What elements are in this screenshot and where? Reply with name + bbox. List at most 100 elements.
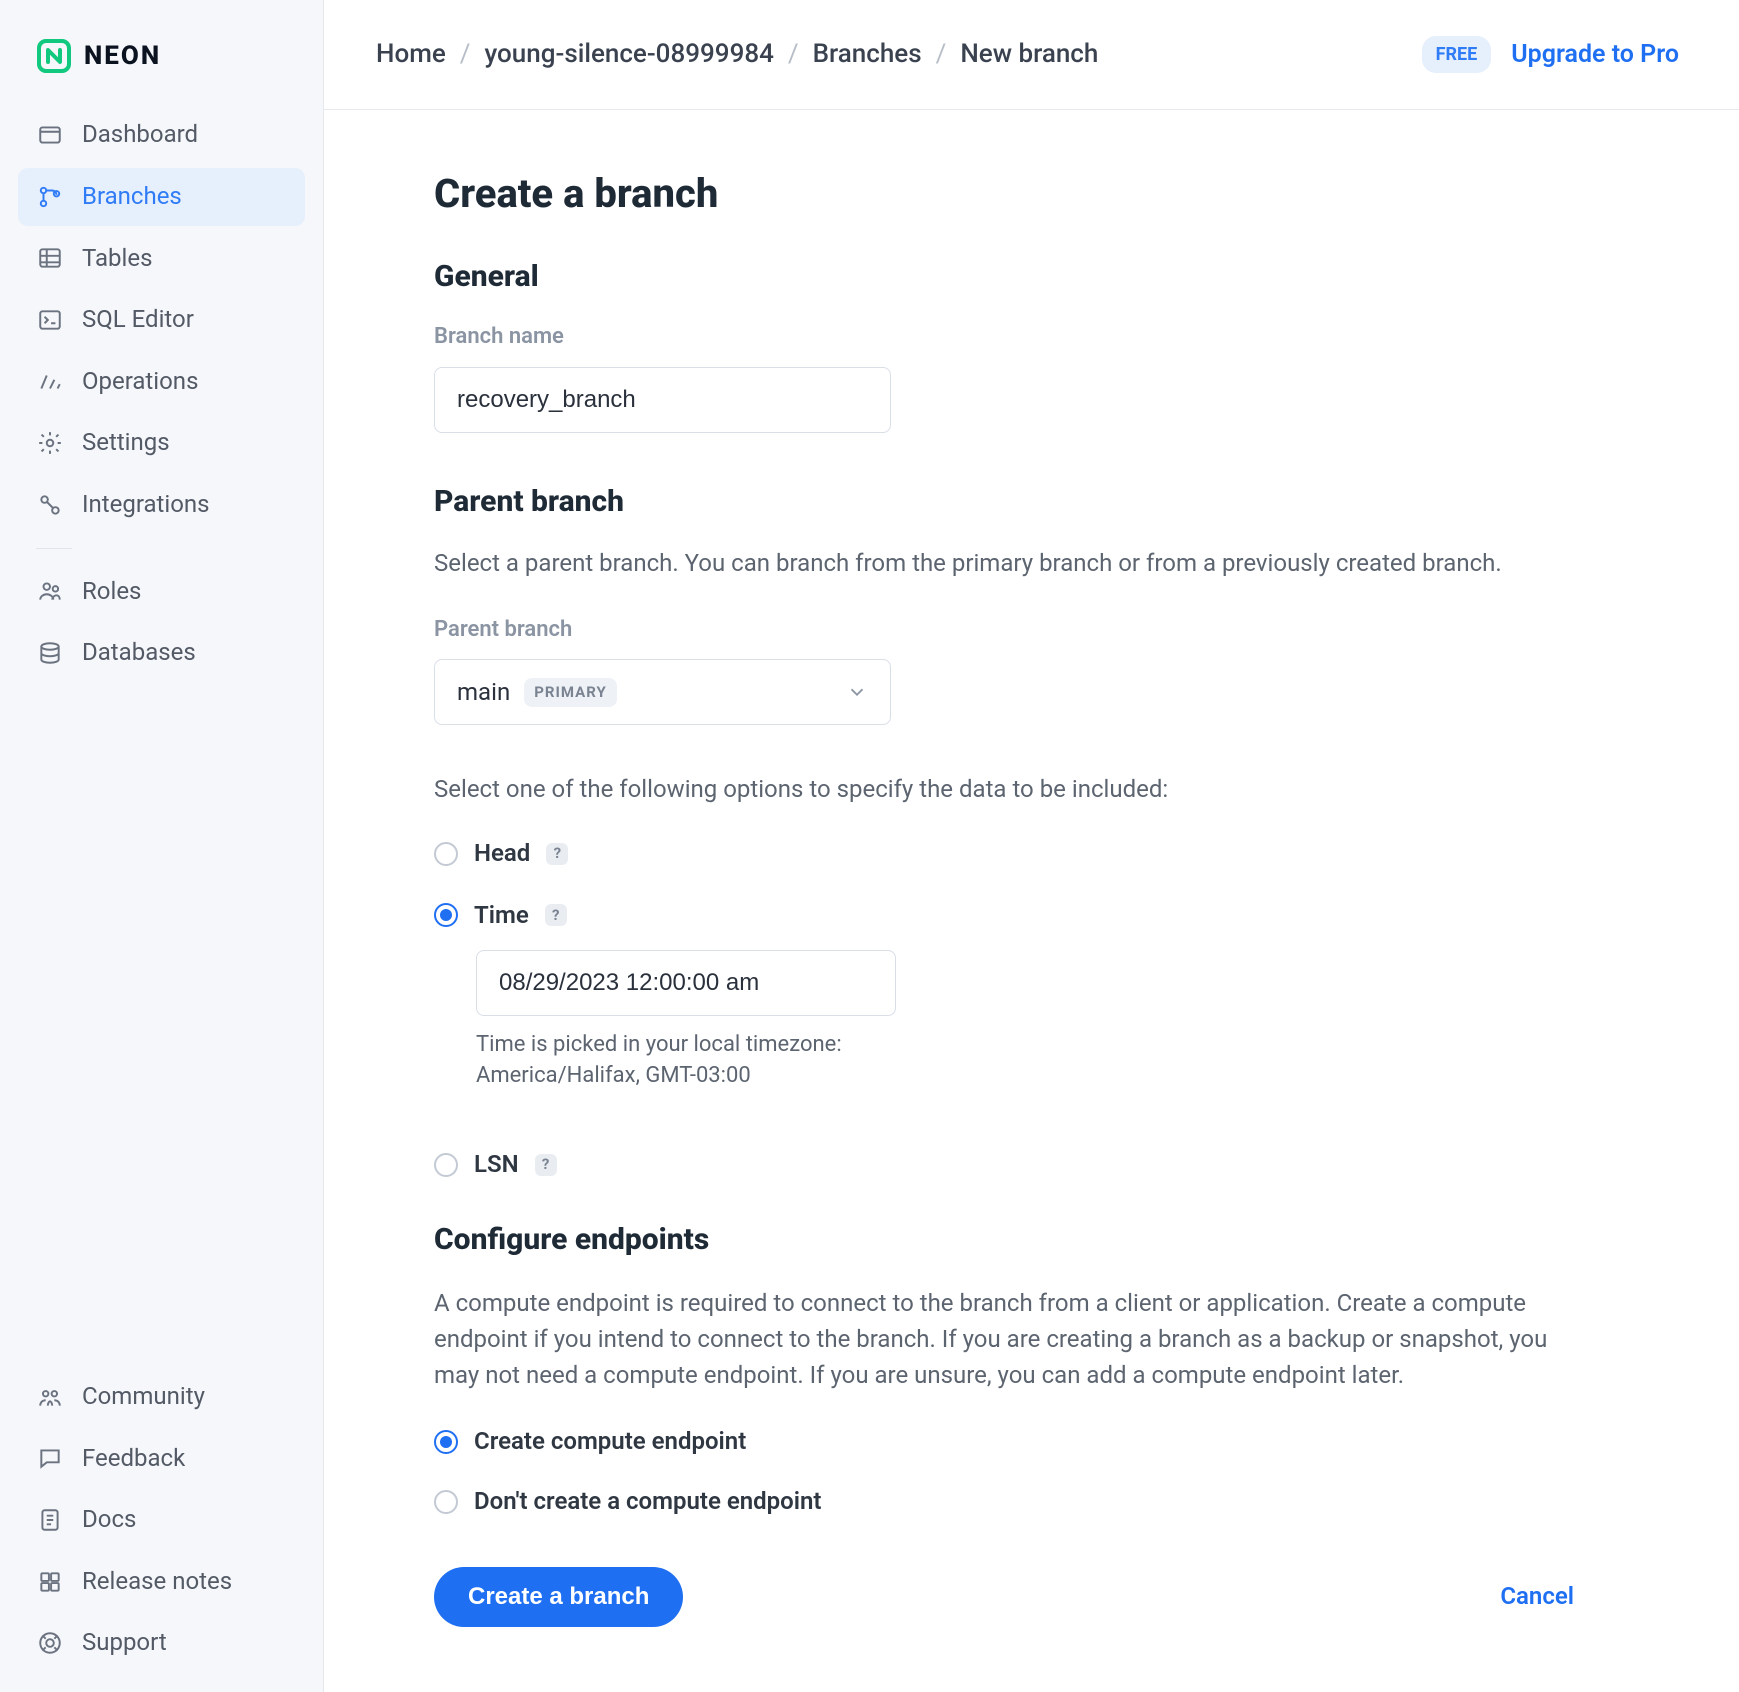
branch-name-label: Branch name [434,322,1574,353]
logo-text: NEON [84,38,161,74]
sidebar-item-label: Tables [82,242,152,276]
breadcrumb-project[interactable]: young-silence-08999984 [485,36,774,72]
radio-label: Create compute endpoint [474,1425,746,1459]
nav-footer: Community Feedback Docs Release notes [18,1368,305,1672]
breadcrumb-separator: / [788,36,799,72]
sidebar-item-label: Operations [82,365,198,399]
timezone-note: Time is picked in your local timezone: A… [476,1030,896,1092]
breadcrumb-separator: / [460,36,471,72]
nav-main: Dashboard Branches Tables SQL Editor [18,106,305,533]
sidebar-item-tables[interactable]: Tables [18,230,305,288]
parent-branch-value: main [457,676,510,710]
sidebar-item-label: Support [82,1626,167,1660]
feedback-icon [36,1444,64,1472]
sidebar-item-databases[interactable]: Databases [18,624,305,682]
sidebar-item-label: Settings [82,426,170,460]
logo-icon [36,38,72,74]
content: Create a branch General Branch name Pare… [324,110,1684,1686]
breadcrumb-home[interactable]: Home [376,36,446,72]
sidebar-item-label: Release notes [82,1565,232,1599]
sidebar-item-label: SQL Editor [82,303,194,337]
branches-icon [36,183,64,211]
nav-secondary: Roles Databases [18,563,305,682]
sidebar-item-label: Roles [82,575,141,609]
sidebar-item-label: Branches [82,180,182,214]
radio-create-endpoint[interactable]: Create compute endpoint [434,1425,1574,1459]
topbar: Home / young-silence-08999984 / Branches… [324,0,1739,110]
sidebar-item-label: Community [82,1380,205,1414]
radio-time[interactable]: Time ? [434,899,1574,933]
sidebar-item-support[interactable]: Support [18,1614,305,1672]
radio-label: Time [474,899,529,933]
breadcrumb: Home / young-silence-08999984 / Branches… [376,36,1098,72]
databases-icon [36,639,64,667]
parent-branch-select[interactable]: main PRIMARY [434,659,891,725]
radio-icon [434,1490,458,1514]
topbar-right: FREE Upgrade to Pro [1422,36,1679,73]
parent-description: Select a parent branch. You can branch f… [434,547,1574,581]
sidebar-item-label: Feedback [82,1442,185,1476]
data-options-note: Select one of the following options to s… [434,773,1574,807]
create-branch-button[interactable]: Create a branch [434,1567,683,1627]
radio-label: Head [474,837,530,871]
radio-dont-create-endpoint[interactable]: Don't create a compute endpoint [434,1485,1574,1519]
sidebar-item-label: Databases [82,636,196,670]
main: Home / young-silence-08999984 / Branches… [324,0,1739,1692]
plan-badge: FREE [1422,36,1492,73]
radio-icon [434,903,458,927]
endpoints-description: A compute endpoint is required to connec… [434,1285,1574,1393]
sql-editor-icon [36,306,64,334]
integrations-icon [36,491,64,519]
roles-icon [36,577,64,605]
sidebar-item-docs[interactable]: Docs [18,1491,305,1549]
sidebar-item-community[interactable]: Community [18,1368,305,1426]
sidebar-item-integrations[interactable]: Integrations [18,476,305,534]
radio-lsn[interactable]: LSN ? [434,1148,1574,1182]
help-icon[interactable]: ? [535,1154,557,1176]
help-icon[interactable]: ? [546,843,568,865]
branch-name-input[interactable] [434,367,891,433]
dashboard-icon [36,121,64,149]
chevron-down-icon [846,681,868,703]
sidebar-item-dashboard[interactable]: Dashboard [18,106,305,164]
sidebar-item-operations[interactable]: Operations [18,353,305,411]
radio-icon [434,842,458,866]
logo[interactable]: NEON [18,28,305,106]
radio-icon [434,1430,458,1454]
breadcrumb-branches[interactable]: Branches [813,36,922,72]
radio-label: LSN [474,1148,519,1182]
sidebar-item-feedback[interactable]: Feedback [18,1430,305,1488]
sidebar-item-label: Docs [82,1503,136,1537]
settings-icon [36,429,64,457]
help-icon[interactable]: ? [545,904,567,926]
section-endpoints-heading: Configure endpoints [434,1219,1574,1261]
upgrade-link[interactable]: Upgrade to Pro [1511,37,1679,72]
section-parent-heading: Parent branch [434,481,1574,523]
sidebar-item-settings[interactable]: Settings [18,414,305,472]
radio-head[interactable]: Head ? [434,837,1574,871]
sidebar-item-release-notes[interactable]: Release notes [18,1553,305,1611]
docs-icon [36,1506,64,1534]
time-input[interactable] [476,950,896,1016]
sidebar-item-label: Dashboard [82,118,198,152]
sidebar: NEON Dashboard Branches Tables [0,0,324,1692]
breadcrumb-separator: / [936,36,947,72]
tables-icon [36,244,64,272]
sidebar-item-branches[interactable]: Branches [18,168,305,226]
release-notes-icon [36,1568,64,1596]
parent-branch-label: Parent branch [434,615,1574,646]
support-icon [36,1629,64,1657]
sidebar-item-roles[interactable]: Roles [18,563,305,621]
nav-separator [36,548,72,549]
section-general-heading: General [434,256,1574,298]
cancel-button[interactable]: Cancel [1500,1580,1574,1614]
sidebar-item-label: Integrations [82,488,210,522]
community-icon [36,1383,64,1411]
radio-icon [434,1153,458,1177]
sidebar-item-sql-editor[interactable]: SQL Editor [18,291,305,349]
radio-label: Don't create a compute endpoint [474,1485,821,1519]
breadcrumb-current: New branch [960,36,1098,72]
form-actions: Create a branch Cancel [434,1567,1574,1627]
primary-tag: PRIMARY [524,678,617,707]
operations-icon [36,368,64,396]
